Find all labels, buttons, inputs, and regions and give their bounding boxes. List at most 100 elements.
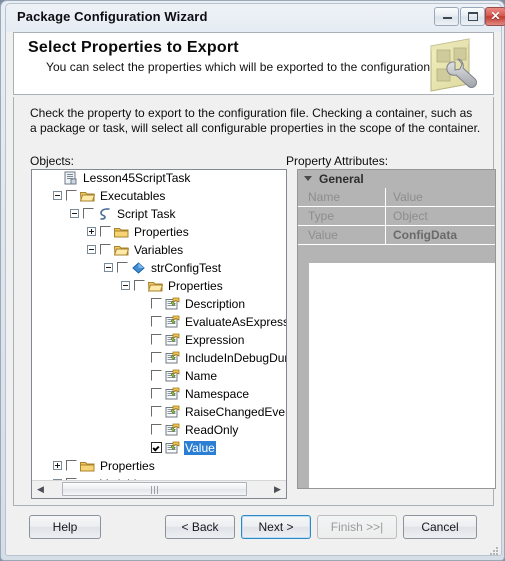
scroll-left-arrow-icon[interactable]: ◀ (32, 481, 49, 497)
tree-item-variables[interactable]: Variables (32, 242, 286, 260)
collapse-icon[interactable] (121, 281, 130, 291)
tree-item-label: Lesson45ScriptTask (83, 170, 191, 185)
next-button[interactable]: Next > (241, 515, 311, 539)
tree-item-checkbox[interactable] (100, 244, 111, 256)
collapse-icon[interactable] (87, 245, 96, 255)
tree-item-label: IncludeInDebugDump (185, 350, 286, 365)
tree-item-checkbox[interactable] (151, 316, 162, 328)
tree-item-properties[interactable]: Properties (32, 224, 286, 242)
page-subtitle: You can select the properties which will… (46, 60, 453, 74)
tree-item-properties[interactable]: Properties (32, 278, 286, 296)
tree-item-checkbox[interactable] (151, 334, 162, 346)
tree-item-raisechangedevent[interactable]: RaiseChangedEvent (32, 404, 286, 422)
tree-item-label: Expression (185, 332, 245, 347)
minimize-button[interactable] (434, 7, 459, 26)
variable-icon (131, 261, 146, 275)
tree-item-label: Properties (168, 278, 223, 293)
property-grid-category-label: General (319, 172, 364, 186)
collapse-icon[interactable] (70, 209, 79, 219)
tree-item-executables[interactable]: Executables (32, 188, 286, 206)
tree-item-checkbox[interactable] (66, 190, 77, 202)
tree-item-label: ReadOnly (185, 422, 239, 437)
property-icon (165, 405, 180, 419)
expand-icon[interactable] (53, 461, 62, 471)
tree-item-label: Variables (134, 242, 184, 257)
tree-item-checkbox[interactable] (117, 262, 128, 274)
tree-item-label: Name (185, 368, 218, 383)
tree-horizontal-scrollbar[interactable]: ◀ ▶ (32, 480, 286, 498)
objects-tree-panel[interactable]: Lesson45ScriptTask Executables Script Task… (31, 169, 287, 499)
tree-item-description[interactable]: Description (32, 296, 286, 314)
tree-item-namespace[interactable]: Namespace (32, 386, 286, 404)
tree-item-checkbox[interactable] (83, 208, 94, 220)
tree-item-checkbox[interactable] (151, 370, 162, 382)
property-grid-rows: General Name Value Type Object Value ConfigDa… (298, 170, 495, 263)
property-icon (165, 369, 180, 383)
expand-icon[interactable] (87, 227, 96, 237)
back-button[interactable]: < Back (165, 515, 235, 539)
window-title: Package Configuration Wizard (17, 9, 208, 24)
tree-item-name[interactable]: Name (32, 368, 286, 386)
tree-item-checkbox[interactable] (151, 442, 162, 454)
property-attributes-grid[interactable]: General Name Value Type Object Value ConfigDa… (297, 169, 496, 489)
header-banner: Select Properties to Export You can sele… (13, 32, 494, 95)
instruction-text: Check the property to export to the conf… (30, 106, 481, 135)
folder-closed-icon (114, 225, 129, 239)
maximize-button[interactable] (460, 7, 485, 26)
script-task-icon (97, 207, 112, 221)
tree-item-checkbox[interactable] (134, 280, 145, 292)
collapse-icon[interactable] (53, 191, 62, 201)
collapse-icon[interactable] (104, 263, 113, 273)
cancel-button[interactable]: Cancel (403, 515, 477, 539)
objects-tree[interactable]: Lesson45ScriptTask Executables Script Task… (32, 170, 286, 481)
property-key: Type (298, 207, 386, 226)
tree-item-label: Properties (134, 224, 189, 239)
property-grid-filler (298, 245, 495, 263)
objects-label: Objects: (30, 154, 75, 168)
property-grid-category[interactable]: General (298, 170, 495, 188)
tree-item-evaluateasexpression[interactable]: EvaluateAsExpression (32, 314, 286, 332)
folder-open-icon (147, 279, 164, 293)
tree-item-checkbox[interactable] (151, 406, 162, 418)
tree-item-checkbox[interactable] (66, 460, 77, 472)
property-icon (165, 333, 180, 347)
title-bar[interactable]: Package Configuration Wizard ✕ (6, 4, 505, 31)
property-value[interactable]: ConfigData (386, 226, 495, 245)
property-row[interactable]: Name Value (298, 188, 495, 207)
tree-item-checkbox[interactable] (151, 298, 162, 310)
tree-item-label: Description (185, 296, 246, 311)
package-icon (63, 171, 78, 185)
tree-item-checkbox[interactable] (100, 226, 111, 238)
tree-item-includeindebugdump[interactable]: IncludeInDebugDump (32, 350, 286, 368)
tree-item-lesson45scripttask[interactable]: Lesson45ScriptTask (32, 170, 286, 188)
tree-item-checkbox[interactable] (151, 424, 162, 436)
resize-grip-icon[interactable] (490, 547, 500, 557)
property-key: Value (298, 226, 386, 245)
close-button[interactable]: ✕ (485, 7, 505, 26)
tree-item-label: Executables (100, 188, 166, 203)
tree-item-readonly[interactable]: ReadOnly (32, 422, 286, 440)
package-wrench-icon (430, 38, 477, 92)
tree-item-script-task[interactable]: Script Task (32, 206, 286, 224)
tree-item-value[interactable]: Value (32, 440, 286, 458)
tree-item-checkbox[interactable] (151, 352, 162, 364)
property-row[interactable]: Value ConfigData (298, 226, 495, 245)
scrollbar-thumb[interactable] (62, 482, 247, 496)
scrollbar-grip-icon (150, 486, 160, 494)
property-value[interactable]: Value (386, 188, 495, 207)
collapse-triangle-icon (304, 176, 312, 181)
property-value[interactable]: Object (386, 207, 495, 226)
tree-item-checkbox[interactable] (151, 388, 162, 400)
tree-item-expression[interactable]: Expression (32, 332, 286, 350)
close-icon: ✕ (490, 9, 501, 23)
wizard-window: Package Configuration Wizard ✕ Select Pr… (0, 0, 505, 561)
property-row[interactable]: Type Object (298, 207, 495, 226)
tree-item-properties[interactable]: Properties (32, 458, 286, 476)
tree-item-strconfigtest[interactable]: strConfigTest (32, 260, 286, 278)
help-button[interactable]: Help (29, 515, 101, 539)
scroll-right-arrow-icon[interactable]: ▶ (269, 481, 286, 497)
